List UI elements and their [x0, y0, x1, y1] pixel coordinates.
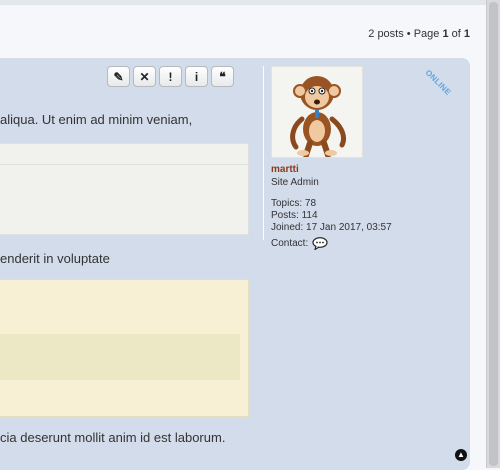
- pagination-prefix: 2 posts • Page: [368, 28, 443, 40]
- pencil-icon: ✎: [113, 69, 124, 84]
- monkey-avatar-icon: [272, 67, 362, 158]
- code-block-header: [0, 144, 248, 165]
- quote-button[interactable]: ❝: [211, 66, 234, 87]
- scrollbar[interactable]: [486, 0, 500, 468]
- speech-bubble-icon[interactable]: [312, 237, 328, 250]
- post-text-line-3: cia deserunt mollit anim id est laborum.: [0, 430, 226, 445]
- code-block: [0, 143, 249, 235]
- scrollbar-thumb[interactable]: [489, 2, 498, 466]
- delete-button[interactable]: ✕: [133, 66, 156, 87]
- exclamation-icon: !: [168, 69, 173, 84]
- post-profile: martti Site Admin Topics: 78 Posts: 114 …: [271, 66, 451, 250]
- total-pages: 1: [463, 28, 470, 40]
- contact-label: Contact:: [271, 238, 309, 249]
- quote-icon: ❝: [219, 69, 226, 84]
- pagination-summary: 2 posts • Page 1 of 1: [368, 28, 470, 40]
- joined-date: Joined: 17 Jan 2017, 03:57: [271, 222, 392, 233]
- post-profile-divider: [263, 66, 264, 240]
- nested-quote: [0, 334, 240, 380]
- username-link[interactable]: martti: [271, 164, 451, 175]
- info-button[interactable]: i: [185, 66, 208, 87]
- report-button[interactable]: !: [159, 66, 182, 87]
- top-divider: [0, 0, 500, 5]
- chevron-up-icon: ▲: [457, 450, 465, 459]
- post-text-line-2: enderit in voluptate: [0, 251, 110, 266]
- info-icon: i: [194, 69, 199, 84]
- user-rank: Site Admin: [271, 177, 319, 188]
- topics-count: Topics: 78: [271, 198, 317, 209]
- quote-block: [0, 279, 249, 417]
- avatar[interactable]: [271, 66, 363, 158]
- close-icon: ✕: [139, 69, 150, 84]
- back-to-top-button[interactable]: ▲: [455, 449, 467, 461]
- user-stats: Topics: 78 Posts: 114 Joined: 17 Jan 201…: [271, 198, 451, 234]
- pagination-mid: of: [448, 28, 464, 40]
- posts-count: Posts: 114: [271, 210, 318, 221]
- post-buttons: ✎ ✕ ! i ❝: [107, 66, 234, 87]
- post-text-line-1: aliqua. Ut enim ad minim veniam,: [0, 112, 193, 127]
- edit-button[interactable]: ✎: [107, 66, 130, 87]
- contact-row: Contact:: [271, 237, 451, 250]
